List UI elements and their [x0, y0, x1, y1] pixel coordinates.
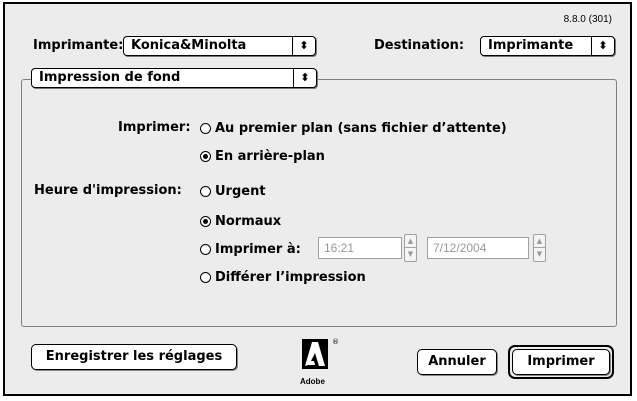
radio-urgent[interactable]: Urgent — [200, 184, 266, 199]
destination-label: Destination: — [374, 38, 465, 53]
radio-button-icon — [200, 244, 211, 255]
date-field[interactable]: 7/12/2004 — [427, 237, 529, 259]
panel-popup[interactable]: Impression de fond ⬍ — [31, 68, 317, 88]
print-time-label: Heure d'impression: — [34, 183, 182, 198]
registered-mark: ® — [332, 338, 339, 346]
adobe-logo-text: Adobe — [300, 377, 325, 386]
radio-normal-label: Normaux — [215, 214, 282, 229]
radio-print-at[interactable]: Imprimer à: — [200, 242, 301, 257]
radio-normal[interactable]: Normaux — [200, 214, 281, 229]
radio-foreground-label: Au premier plan (sans fichier d’attente) — [215, 121, 507, 136]
date-stepper[interactable]: ▲ ▼ — [533, 234, 546, 262]
print-mode-label: Imprimer: — [118, 120, 191, 135]
radio-background[interactable]: En arrière-plan — [200, 149, 325, 164]
printer-popup[interactable]: Konica&Minolta ⬍ — [123, 36, 316, 56]
radio-print-at-label: Imprimer à: — [215, 242, 301, 257]
time-stepper[interactable]: ▲ ▼ — [404, 234, 417, 262]
radio-defer-label: Différer l’impression — [215, 270, 366, 285]
radio-foreground[interactable]: Au premier plan (sans fichier d’attente) — [200, 121, 507, 136]
version-label: 8.8.0 (301) — [563, 14, 612, 25]
time-field[interactable]: 16:21 — [318, 237, 402, 259]
updown-arrows-icon: ⬍ — [293, 69, 316, 87]
stepper-up-icon: ▲ — [407, 237, 414, 245]
radio-button-icon — [200, 123, 211, 134]
radio-button-selected-icon — [200, 151, 211, 162]
print-button[interactable]: Imprimer — [512, 349, 610, 375]
stepper-down-icon: ▼ — [534, 247, 545, 260]
radio-background-label: En arrière-plan — [215, 149, 325, 164]
panel-popup-value: Impression de fond — [39, 70, 181, 85]
cancel-button[interactable]: Annuler — [417, 349, 497, 375]
stepper-up-icon: ▲ — [536, 237, 543, 245]
updown-arrows-icon: ⬍ — [292, 37, 315, 55]
radio-defer[interactable]: Différer l’impression — [200, 270, 366, 285]
save-settings-button[interactable]: Enregistrer les réglages — [31, 344, 237, 370]
radio-button-icon — [200, 272, 211, 283]
print-dialog: 8.8.0 (301) Imprimante: Konica&Minolta ⬍… — [3, 2, 632, 396]
updown-arrows-icon: ⬍ — [591, 37, 614, 55]
options-groupbox — [21, 79, 617, 327]
stepper-down-icon: ▼ — [405, 247, 416, 260]
radio-button-icon — [200, 186, 211, 197]
destination-popup[interactable]: Imprimante ⬍ — [480, 36, 615, 56]
printer-popup-value: Konica&Minolta — [131, 38, 247, 53]
printer-label: Imprimante: — [33, 38, 124, 53]
radio-button-selected-icon — [200, 216, 211, 227]
radio-urgent-label: Urgent — [215, 184, 266, 199]
adobe-logo-icon — [302, 339, 328, 369]
destination-popup-value: Imprimante — [488, 38, 574, 53]
